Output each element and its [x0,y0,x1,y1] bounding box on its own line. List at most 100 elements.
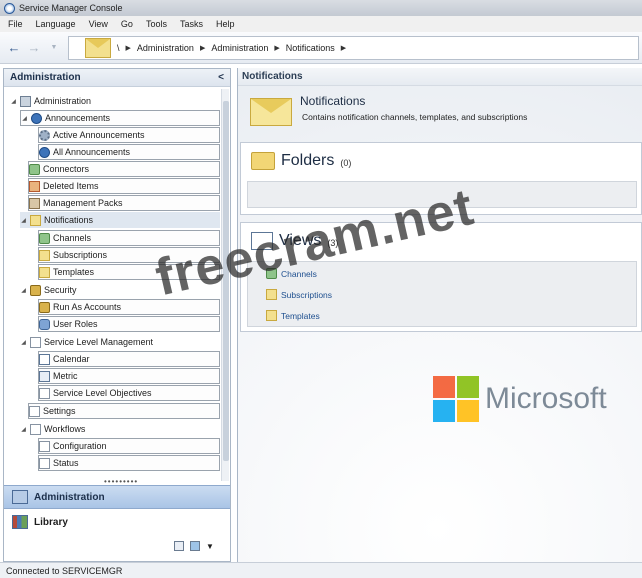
microsoft-wordmark: Microsoft [485,382,607,415]
view-link-templates[interactable]: Templates [266,310,320,321]
menu-view[interactable]: View [89,19,108,29]
overview-title: Notifications [300,94,366,108]
tree-label: Status [53,458,79,468]
expand-arrow-icon[interactable]: ◢ [20,426,27,433]
tree-item-settings[interactable]: Settings [28,403,220,419]
menu-file[interactable]: File [8,19,23,29]
view-link-label: Subscriptions [281,289,333,300]
breadcrumb-root: \ [117,42,120,53]
tree-item-user-roles[interactable]: User Roles [38,316,220,332]
menu-help[interactable]: Help [216,19,235,29]
deleted-items-icon [29,180,40,192]
breadcrumb-separator-icon[interactable]: ▶ [274,44,279,52]
expand-arrow-icon[interactable]: ◢ [10,98,17,105]
tree-item-management-packs[interactable]: Management Packs [28,195,220,211]
menu-language[interactable]: Language [36,19,76,29]
expand-arrow-icon[interactable]: ◢ [20,339,27,346]
tree-label: Calendar [53,354,90,364]
tree-label: Deleted Items [43,181,99,191]
tree-item-status[interactable]: Status [38,455,220,471]
show-more-buttons-icon[interactable] [174,541,184,551]
announcement-view-icon [39,129,50,141]
service-level-management-icon [30,336,41,348]
tree-item-metric[interactable]: Metric [38,368,220,384]
tree-item-connectors[interactable]: Connectors [28,161,220,177]
workspace-label: Administration [34,491,105,503]
tree-label: Notifications [44,215,94,225]
folder-icon [251,152,275,170]
view-link-label: Templates [281,310,320,321]
forward-arrow-icon[interactable]: → [26,40,42,56]
menu-tools[interactable]: Tools [146,19,167,29]
content-pane: Notifications Notifications Contains not… [237,68,642,562]
breadcrumb-separator-icon[interactable]: ▶ [341,44,346,52]
tree-label: Active Announcements [53,130,145,140]
tree-label: Service Level Objectives [53,388,152,398]
templates-icon [266,310,277,321]
notifications-envelope-icon [30,214,41,226]
tree-item-active-announcements[interactable]: Active Announcements [38,127,220,143]
configure-buttons-icon[interactable] [190,541,200,551]
folders-count: (0) [340,158,352,168]
breadcrumb: \ ▶ Administration ▶ Administration ▶ No… [68,35,639,60]
expand-arrow-icon[interactable]: ◢ [20,217,27,224]
tree-item-administration[interactable]: ◢ Administration [10,93,91,109]
security-icon [30,284,41,296]
tree-item-notifications[interactable]: ◢ Notifications [20,212,220,228]
breadcrumb-separator-icon[interactable]: ▶ [126,44,131,52]
tree-label: Configuration [53,441,107,451]
tree-item-security[interactable]: ◢ Security [20,282,77,298]
tree-item-deleted-items[interactable]: Deleted Items [28,178,220,194]
subscriptions-icon [39,249,50,261]
tree-item-all-announcements[interactable]: All Announcements [38,144,220,160]
history-dropdown-icon[interactable]: ▼ [46,40,62,56]
breadcrumb-item-notifications[interactable]: Notifications [286,43,335,53]
workspace-options-dropdown-icon[interactable]: ▼ [206,542,214,551]
back-arrow-icon[interactable]: ← [6,40,22,56]
connectors-icon [29,163,40,175]
title-bar: Service Manager Console [0,0,642,16]
tree-label: Templates [53,267,95,277]
breadcrumb-item-administration-2[interactable]: Administration [211,43,268,53]
expand-arrow-icon[interactable]: ◢ [21,115,28,122]
address-bar: ← → ▼ \ ▶ Administration ▶ Administratio… [0,32,642,64]
tree-item-workflows[interactable]: ◢ Workflows [20,421,85,437]
tree-item-announcements[interactable]: ◢ Announcements [20,110,220,126]
settings-icon [29,405,40,417]
tree-item-calendar[interactable]: Calendar [38,351,220,367]
navigation-pane-header: Administration < [4,69,230,87]
collapse-pane-button[interactable]: < [218,72,224,83]
announcement-view-icon [39,146,50,158]
workspace-library-button[interactable]: Library [4,510,230,534]
tree-label: Announcements [45,113,111,123]
folders-title: Folders [281,152,335,169]
menu-bar: File Language View Go Tools Tasks Help [0,16,642,32]
tree-item-service-level-objectives[interactable]: Service Level Objectives [38,385,220,401]
menu-tasks[interactable]: Tasks [180,19,203,29]
view-link-subscriptions[interactable]: Subscriptions [266,289,332,300]
breadcrumb-item-administration-1[interactable]: Administration [137,43,194,53]
tree-item-configuration[interactable]: Configuration [38,438,220,454]
tree-label: Connectors [43,164,90,174]
overview-description: Contains notification channels, template… [302,112,528,122]
menu-go[interactable]: Go [121,19,133,29]
tree-label: Subscriptions [53,250,108,260]
navigation-pane: Administration < ◢ Administration ◢ Anno… [3,68,231,562]
administration-icon [20,95,31,107]
status-bar: Connected to SERVICEMGR [0,562,642,578]
workspace-administration-button[interactable]: Administration [4,485,230,509]
breadcrumb-separator-icon[interactable]: ▶ [200,44,205,52]
window-title: Service Manager Console [19,3,123,13]
calendar-icon [39,353,50,365]
management-packs-icon [29,197,40,209]
tree-label: Service Level Management [44,337,154,347]
tree-label: Workflows [44,424,86,434]
expand-arrow-icon[interactable]: ◢ [20,287,27,294]
tree-label: Metric [53,371,78,381]
service-level-objectives-icon [39,387,50,399]
tree-item-service-level-management[interactable]: ◢ Service Level Management [20,334,153,350]
tree-label: Security [44,285,77,295]
tree-label: Settings [43,406,76,416]
tree-label: User Roles [53,319,98,329]
content-pane-header: Notifications [238,68,642,86]
